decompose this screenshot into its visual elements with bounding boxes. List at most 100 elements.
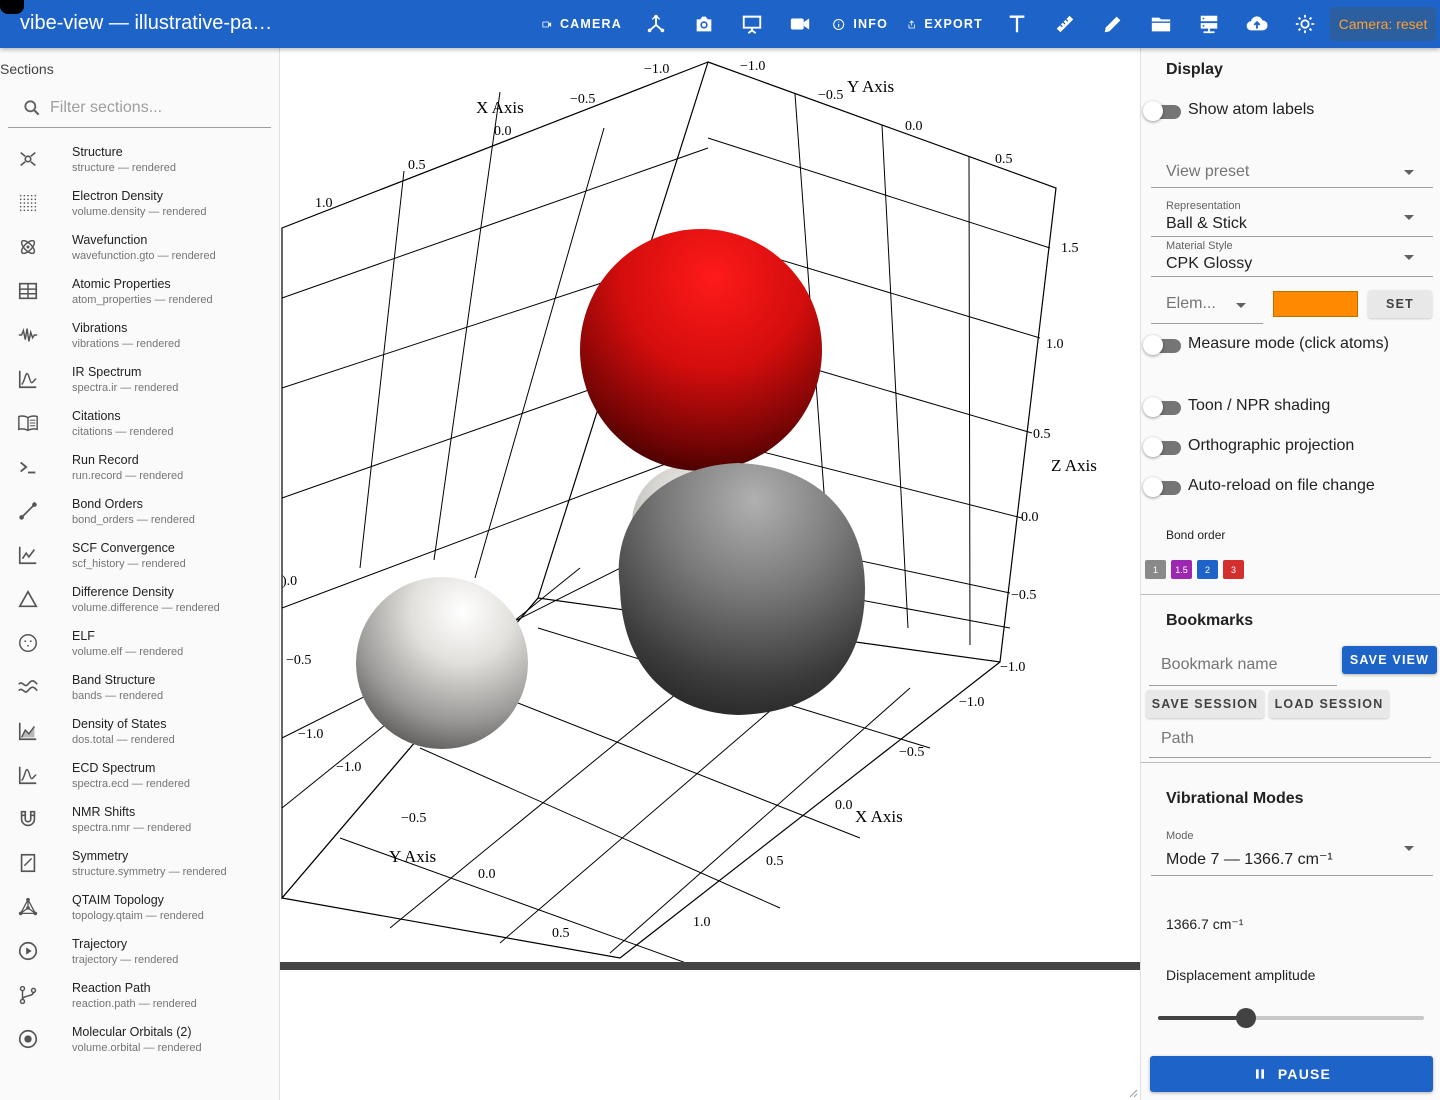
sidebar-item-reaction-path[interactable]: Reaction Path reaction.path — rendered	[0, 974, 279, 1018]
sidebar-item-subtitle: spectra.ir — rendered	[72, 382, 179, 394]
sidebar-item-title: Run Record	[72, 453, 139, 467]
sidebar-item-subtitle: volume.elf — rendered	[72, 646, 184, 658]
video-button[interactable]	[787, 0, 813, 48]
sidebar-item-nmr-shifts[interactable]: NMR Shifts spectra.nmr — rendered	[0, 798, 279, 842]
y-bottom-tick-3: 0.0	[478, 867, 496, 882]
sidebar-item-citations[interactable]: Citations citations — rendered	[0, 402, 279, 446]
info-button-label: INFO	[853, 17, 888, 31]
presentation-button[interactable]	[739, 0, 765, 48]
play-circle-icon	[17, 940, 39, 962]
bond-order-chip[interactable]: 2	[1197, 560, 1218, 579]
sidebar-item-ir-spectrum[interactable]: IR Spectrum spectra.ir — rendered	[0, 358, 279, 402]
camera-button-label: CAMERA	[559, 17, 622, 31]
text-button[interactable]	[1004, 0, 1030, 48]
sidebar-item-vibrations[interactable]: Vibrations vibrations — rendered	[0, 314, 279, 358]
sidebar-item-trajectory[interactable]: Trajectory trajectory — rendered	[0, 930, 279, 974]
sidebar-item-density-of-states[interactable]: Density of States dos.total — rendered	[0, 710, 279, 754]
session-path-field	[1149, 722, 1431, 758]
session-path-input[interactable]	[1161, 728, 1331, 750]
view-preset-select[interactable]: View preset	[1151, 150, 1433, 188]
folder-button[interactable]	[1148, 0, 1174, 48]
y-axis-title-bottom: Y Axis	[389, 847, 436, 866]
show-atom-labels-toggle[interactable]: Show atom labels	[1141, 99, 1440, 123]
load-session-button[interactable]: LOAD SESSION	[1269, 690, 1389, 718]
screenshot-button[interactable]	[691, 0, 717, 48]
sidebar-item-electron-density[interactable]: Electron Density volume.density — rendere…	[0, 182, 279, 226]
x-bottom-tick-3: 0.0	[835, 798, 853, 813]
save-view-button[interactable]: SAVE VIEW	[1342, 646, 1437, 674]
mode-value: Mode 7 — 1366.7 cm⁻¹	[1166, 851, 1333, 868]
sidebar-item-subtitle: structure.symmetry — rendered	[72, 866, 227, 878]
orthographic-toggle[interactable]: Orthographic projection	[1141, 435, 1440, 459]
sidebar-item-subtitle: topology.qtaim — rendered	[72, 910, 204, 922]
mode-frequency: 1366.7 cm⁻¹	[1166, 916, 1244, 932]
sidebar-item-molecular-orbitals-2[interactable]: Molecular Orbitals (2) volume.orbital — r…	[0, 1018, 279, 1062]
viewer-canvas[interactable]: X Axis Y Axis Z Axis X Axis Y Axis −0.5 …	[280, 48, 1140, 962]
x-bottom-tick-5: 1.0	[693, 915, 711, 930]
sidebar-item-title: Symmetry	[72, 849, 129, 863]
set-color-button[interactable]: SET	[1368, 290, 1432, 318]
sidebar-item-bond-orders[interactable]: Bond Orders bond_orders — rendered	[0, 490, 279, 534]
server-button[interactable]	[1196, 0, 1222, 48]
cloud-upload-button[interactable]	[1244, 0, 1270, 48]
sidebar-item-qtaim-topology[interactable]: QTAIM Topology topology.qtaim — rendered	[0, 886, 279, 930]
sidebar-item-title: NMR Shifts	[72, 805, 136, 819]
auto-reload-toggle[interactable]: Auto-reload on file change	[1141, 475, 1440, 499]
bond-order-chip[interactable]: 3	[1223, 560, 1244, 579]
divider	[1141, 762, 1440, 763]
element-placeholder: Elem...	[1166, 295, 1216, 312]
bookmark-name-input[interactable]	[1161, 654, 1331, 676]
x-bottom-tick-2: −0.5	[899, 745, 924, 760]
x-bottom-tick-4: 0.5	[766, 854, 784, 869]
y-top-tick-3: 0.0	[905, 119, 923, 134]
sidebar-item-ecd-spectrum[interactable]: ECD Spectrum spectra.ecd — rendered	[0, 754, 279, 798]
y-bottom-tick-2: −0.5	[401, 811, 426, 826]
pencil-button[interactable]	[1100, 0, 1126, 48]
z-tick-4: 0.0	[1021, 510, 1039, 525]
representation-select[interactable]: Representation Ball & Stick	[1151, 198, 1433, 237]
axes-button[interactable]	[643, 0, 669, 48]
sidebar-item-symmetry[interactable]: Symmetry structure.symmetry — rendered	[0, 842, 279, 886]
measure-mode-toggle[interactable]: Measure mode (click atoms)	[1141, 333, 1440, 357]
left-edge-tick-3: −1.0	[298, 727, 323, 742]
vibrational-mode-select[interactable]: Mode Mode 7 — 1366.7 cm⁻¹	[1151, 826, 1433, 876]
toon-shading-toggle[interactable]: Toon / NPR shading	[1141, 395, 1440, 419]
y-top-tick-2: −0.5	[818, 88, 843, 103]
sidebar-item-structure[interactable]: Structure structure — rendered	[0, 138, 279, 182]
sidebar-item-subtitle: vibrations — rendered	[72, 338, 181, 350]
molecule	[356, 229, 865, 749]
sidebar-item-band-structure[interactable]: Band Structure bands — rendered	[0, 666, 279, 710]
sidebar-item-atomic-properties[interactable]: Atomic Properties atom_properties — rende…	[0, 270, 279, 314]
slider-thumb[interactable]	[1235, 1008, 1256, 1028]
viewer-splitter[interactable]	[280, 962, 1140, 970]
sidebar-item-difference-density[interactable]: Difference Density volume.difference — re…	[0, 578, 279, 622]
theme-button[interactable]	[1292, 0, 1318, 48]
resize-grip-icon[interactable]	[1128, 1088, 1138, 1098]
displacement-amplitude-slider[interactable]	[1158, 1008, 1424, 1028]
symmetry-icon	[17, 852, 39, 874]
filter-sections-input[interactable]	[50, 96, 260, 120]
camera-button[interactable]: CAMERA	[542, 0, 622, 48]
sidebar-item-title: Trajectory	[72, 937, 128, 951]
export-button[interactable]: EXPORT	[907, 0, 983, 48]
bond-order-chip[interactable]: 1.5	[1171, 560, 1192, 579]
bond-order-chip[interactable]: 1	[1145, 560, 1166, 579]
material-style-select[interactable]: Material Style CPK Glossy	[1151, 238, 1433, 277]
element-color-swatch[interactable]	[1273, 291, 1358, 317]
sidebar-item-title: Citations	[72, 409, 121, 423]
sidebar-item-title: Reaction Path	[72, 981, 151, 995]
save-session-button[interactable]: SAVE SESSION	[1146, 690, 1264, 718]
z-axis-title: Z Axis	[1051, 456, 1097, 475]
ruler-button[interactable]	[1052, 0, 1078, 48]
sidebar-item-scf-convergence[interactable]: SCF Convergence scf_history — rendered	[0, 534, 279, 578]
element-select[interactable]: Elem...	[1151, 286, 1263, 324]
info-button[interactable]: INFO	[832, 0, 888, 48]
sidebar-item-run-record[interactable]: Run Record run.record — rendered	[0, 446, 279, 490]
pause-button[interactable]: PAUSE	[1150, 1056, 1433, 1092]
axes-icon	[647, 14, 665, 33]
sidebar-item-elf[interactable]: ELF volume.elf — rendered	[0, 622, 279, 666]
sidebar-item-wavefunction[interactable]: Wavefunction wavefunction.gto — rendered	[0, 226, 279, 270]
molecule-viewer[interactable]: X Axis Y Axis Z Axis X Axis Y Axis −0.5 …	[280, 48, 1140, 962]
representation-value: Ball & Stick	[1166, 215, 1247, 232]
chevron-down-icon	[1404, 255, 1414, 260]
